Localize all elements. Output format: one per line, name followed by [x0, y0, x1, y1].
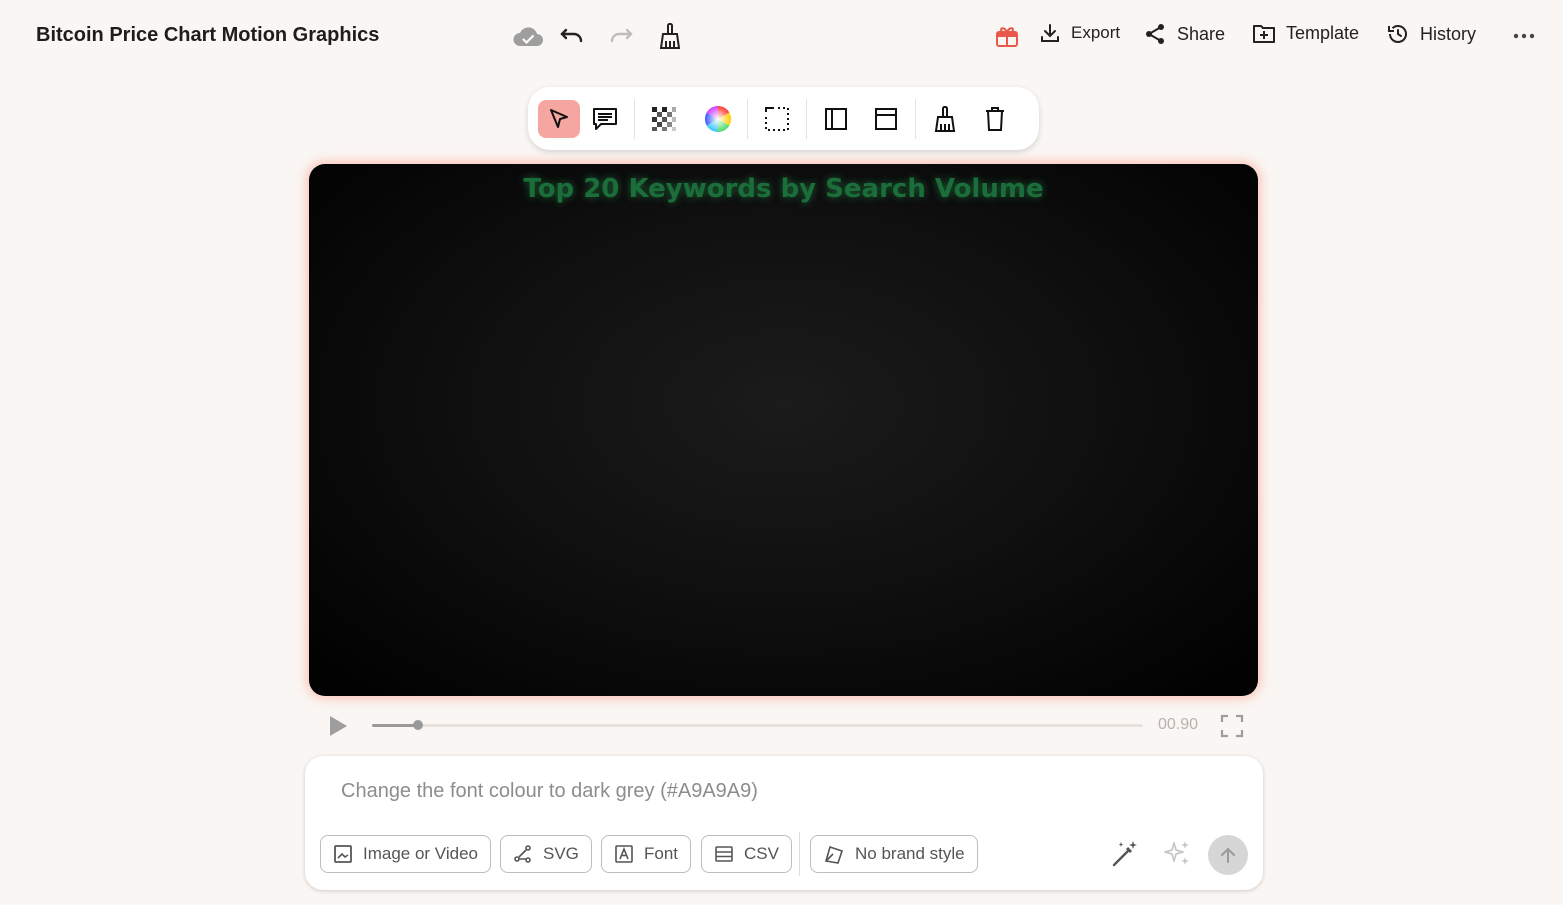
- broom-icon[interactable]: [658, 22, 682, 50]
- attach-media-button[interactable]: Image or Video: [320, 835, 491, 873]
- timeline-progress: [372, 724, 419, 727]
- attach-font-button[interactable]: Font: [601, 835, 692, 873]
- undo-icon[interactable]: [559, 24, 585, 48]
- redo-icon[interactable]: [608, 24, 634, 48]
- attach-csv-label: CSV: [744, 844, 779, 863]
- canvas-title[interactable]: Top 20 Keywords by Search Volume: [309, 174, 1258, 204]
- play-icon: [330, 716, 347, 736]
- attach-svg-label: SVG: [543, 844, 579, 863]
- cloud-saved-icon: [511, 24, 545, 50]
- more-options-icon[interactable]: [1512, 26, 1536, 46]
- export-label: Export: [1071, 23, 1121, 42]
- timeline-handle[interactable]: [413, 720, 424, 730]
- arrow-up-icon: [1221, 847, 1235, 863]
- delete-tool-button[interactable]: [974, 100, 1016, 138]
- share-button[interactable]: Share: [1143, 22, 1225, 46]
- attach-font-label: Font: [644, 844, 679, 863]
- cursor-icon: [550, 108, 568, 128]
- share-label: Share: [1177, 23, 1226, 44]
- font-icon: [615, 845, 633, 863]
- attach-svg-button[interactable]: SVG: [500, 835, 592, 873]
- image-icon: [334, 845, 352, 863]
- chip-divider: [799, 832, 800, 876]
- edit-toolbar: [528, 87, 1039, 150]
- toolbar-divider: [806, 98, 807, 139]
- crop-icon: [765, 106, 789, 131]
- prompt-input[interactable]: [341, 780, 1221, 803]
- color-tool-button[interactable]: [697, 100, 739, 138]
- broom-icon: [934, 105, 956, 132]
- attach-media-label: Image or Video: [363, 844, 478, 863]
- play-button[interactable]: [327, 714, 349, 743]
- select-tool-button[interactable]: [538, 99, 580, 138]
- send-button[interactable]: [1208, 835, 1248, 875]
- export-button[interactable]: Export: [1039, 22, 1120, 44]
- template-button[interactable]: Template: [1252, 22, 1359, 44]
- svg-icon: [514, 845, 531, 863]
- prompt-panel: Image or Video SVG Font CSV No brand sty…: [305, 756, 1263, 890]
- comment-tool-button[interactable]: [584, 100, 626, 138]
- magic-wand-icon[interactable]: [1111, 838, 1139, 873]
- transparency-tool-button[interactable]: [643, 100, 685, 138]
- gift-icon[interactable]: [995, 24, 1019, 48]
- history-icon: [1388, 25, 1407, 43]
- toolbar-divider: [915, 98, 916, 139]
- folder-plus-icon: [1253, 25, 1275, 43]
- fullscreen-button[interactable]: [1220, 714, 1244, 743]
- clean-tool-button[interactable]: [924, 100, 966, 138]
- checkerboard-icon: [652, 106, 676, 131]
- panel-left-icon: [825, 107, 847, 130]
- brand-style-icon: [824, 845, 844, 864]
- brand-style-label: No brand style: [855, 844, 965, 863]
- panel-left-tool-button[interactable]: [815, 100, 857, 138]
- brand-style-button[interactable]: No brand style: [810, 835, 978, 873]
- download-icon: [1041, 24, 1059, 42]
- trash-icon: [986, 106, 1004, 131]
- panel-top-icon: [875, 107, 897, 130]
- table-icon: [715, 846, 733, 862]
- share-icon: [1146, 24, 1164, 44]
- fullscreen-icon: [1220, 714, 1244, 738]
- video-canvas[interactable]: Top 20 Keywords by Search Volume: [309, 164, 1258, 696]
- comment-icon: [593, 107, 617, 130]
- project-title: Bitcoin Price Chart Motion Graphics: [36, 24, 380, 46]
- toolbar-divider: [747, 98, 748, 139]
- toolbar-divider: [634, 98, 635, 139]
- history-button[interactable]: History: [1386, 22, 1476, 46]
- template-label: Template: [1286, 22, 1360, 43]
- attach-csv-button[interactable]: CSV: [701, 835, 792, 873]
- panel-top-tool-button[interactable]: [865, 100, 907, 138]
- crop-tool-button[interactable]: [756, 100, 798, 138]
- color-wheel-icon: [705, 105, 731, 132]
- timeline-scrubber[interactable]: [372, 720, 1143, 730]
- history-label: History: [1420, 23, 1477, 44]
- playback-time: 00.90: [1158, 716, 1199, 733]
- sparkle-icon[interactable]: [1162, 838, 1192, 873]
